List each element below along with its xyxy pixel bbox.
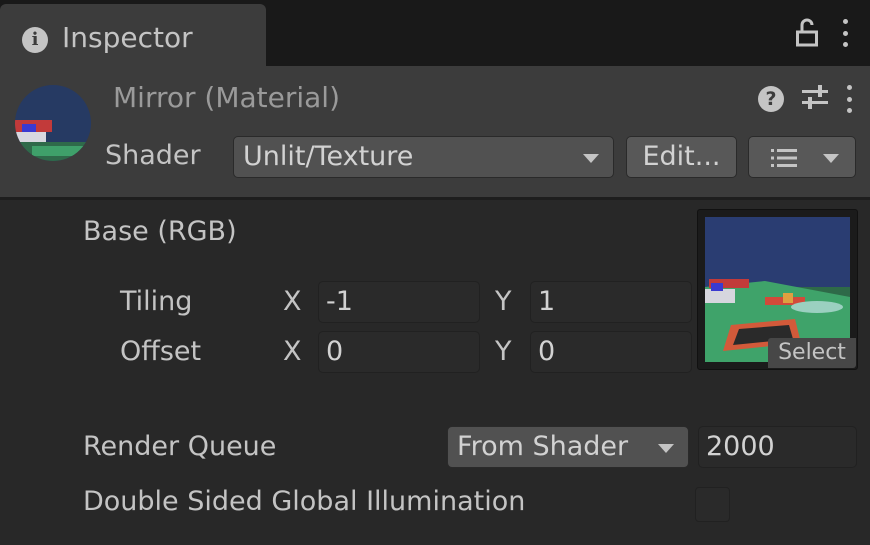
- shader-label: Shader: [105, 140, 201, 171]
- tiling-y-field[interactable]: 1: [530, 281, 692, 323]
- tab-actions: [796, 18, 848, 48]
- tiling-x-label: X: [283, 286, 302, 317]
- offset-y-field[interactable]: 0: [530, 331, 692, 373]
- material-header: Mirror (Material) ? Shader Unlit/Texture…: [0, 66, 870, 200]
- offset-label: Offset: [120, 336, 202, 367]
- kebab-menu-icon[interactable]: [842, 19, 848, 47]
- double-sided-gi-label: Double Sided Global Illumination: [83, 486, 526, 517]
- tiling-x-field[interactable]: -1: [318, 281, 480, 323]
- edit-shader-button[interactable]: Edit...: [626, 136, 737, 178]
- shader-value: Unlit/Texture: [243, 141, 414, 172]
- chevron-down-icon: [583, 154, 599, 163]
- offset-y-label: Y: [495, 336, 512, 367]
- lock-icon[interactable]: [796, 18, 818, 48]
- shader-dropdown[interactable]: Unlit/Texture: [233, 136, 614, 178]
- material-preview[interactable]: [12, 82, 94, 164]
- offset-x-field[interactable]: 0: [318, 331, 480, 373]
- list-icon: [771, 149, 797, 167]
- tab-bar: i Inspector: [0, 0, 870, 66]
- render-queue-field[interactable]: 2000: [698, 426, 857, 468]
- texture-slot[interactable]: Select: [697, 209, 858, 370]
- tab-title: Inspector: [62, 21, 193, 54]
- chevron-down-icon: [823, 154, 839, 163]
- base-rgb-label: Base (RGB): [83, 216, 237, 247]
- header-icons: ?: [758, 84, 852, 114]
- render-queue-mode: From Shader: [457, 431, 629, 462]
- shader-list-button[interactable]: [748, 136, 856, 178]
- help-icon[interactable]: ?: [758, 86, 784, 112]
- texture-select-button[interactable]: Select: [768, 338, 856, 368]
- render-queue-dropdown[interactable]: From Shader: [447, 426, 689, 468]
- render-queue-label: Render Queue: [83, 431, 277, 462]
- tiling-y-label: Y: [495, 286, 512, 317]
- info-icon: i: [22, 27, 48, 53]
- double-sided-gi-checkbox[interactable]: [695, 487, 730, 522]
- tiling-label: Tiling: [120, 286, 193, 317]
- material-title: Mirror (Material): [113, 81, 340, 114]
- kebab-menu-icon[interactable]: [846, 85, 852, 113]
- sliders-icon[interactable]: [802, 84, 828, 114]
- tab-inspector[interactable]: i Inspector: [0, 4, 266, 66]
- chevron-down-icon: [658, 444, 674, 453]
- offset-x-label: X: [283, 336, 302, 367]
